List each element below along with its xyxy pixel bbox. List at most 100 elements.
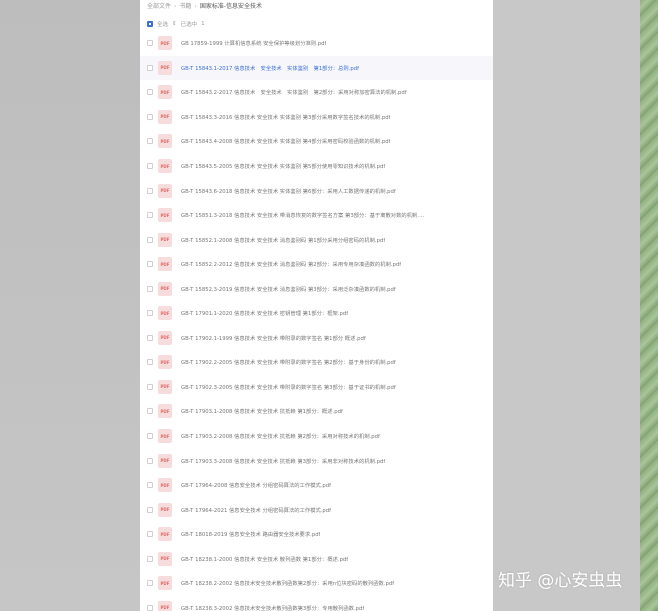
file-checkbox[interactable] [147,89,153,96]
pdf-icon: PDF [158,379,172,394]
file-checkbox[interactable] [147,40,153,47]
file-row[interactable]: PDF GB-T 17903.2-2008 信息技术 安全技术 抗抵赖 第2部分：… [140,424,493,449]
file-name[interactable]: GB-T 18238.3-2002 信息技术安全技术散列函数第3部分：专用散列函… [181,604,364,611]
file-name[interactable]: GB-T 15852.3-2019 信息技术 安全技术 消息鉴别码 第3部分：采… [181,285,396,293]
file-checkbox[interactable] [147,212,153,219]
file-checkbox[interactable] [147,580,153,587]
file-checkbox[interactable] [147,261,153,268]
file-checkbox[interactable] [147,457,153,464]
file-name[interactable]: GB-T 15852.2-2012 信息技术 安全技术 消息鉴别码 第2部分：采… [181,260,401,268]
select-all-label[interactable]: 全选 [157,20,168,28]
file-checkbox[interactable] [147,408,153,415]
file-name[interactable]: GB-T 18018-2019 信息安全技术 路由器安全技术要求.pdf [181,530,320,538]
file-name[interactable]: GB-T 15843.5-2005 信息技术 安全技术 实体鉴别 第5部分使用零… [181,162,385,170]
file-name[interactable]: GB-T 17903.2-2008 信息技术 安全技术 抗抵赖 第2部分：采用对… [181,432,380,440]
file-checkbox[interactable] [147,555,153,562]
pdf-icon: PDF [158,478,172,493]
breadcrumb-separator-icon: › [174,3,177,10]
file-row[interactable]: PDF GB-T 15843.4-2008 信息技术 安全技术 实体鉴别 第4部分… [140,129,493,154]
file-name[interactable]: GB-T 17964-2021 信息安全技术 分组密码算法的工作模式.pdf [181,506,331,514]
file-row[interactable]: PDF GB-T 15843.3-2016 信息技术 安全技术 实体鉴别 第3部分… [140,105,493,130]
pdf-icon: PDF [158,257,172,272]
file-checkbox[interactable] [147,433,153,440]
file-list-panel: 全部文件 › 书籍 › 国家标准-信息安全技术 全选 ⇕ 已选中 1 PDF GB 178… [140,0,493,611]
file-name[interactable]: GB-T 17902.2-2005 信息技术 安全技术 带附录的数字签名 第2部… [181,358,396,366]
file-name[interactable]: GB-T 15843.3-2016 信息技术 安全技术 实体鉴别 第3部分采用数… [181,113,390,121]
file-row[interactable]: PDF GB-T 15843.5-2005 信息技术 安全技术 实体鉴别 第5部分… [140,154,493,179]
file-row[interactable]: PDF GB-T 15852.3-2019 信息技术 安全技术 消息鉴别码 第3部… [140,276,493,301]
pdf-icon: PDF [158,429,172,444]
watermark: 知乎 @心安虫虫 [498,571,623,591]
pdf-icon: PDF [158,355,172,370]
select-all-checkbox[interactable] [147,21,153,27]
pdf-icon: PDF [158,232,172,247]
file-checkbox[interactable] [147,531,153,538]
file-checkbox[interactable] [147,482,153,489]
breadcrumb-root[interactable]: 全部文件 [147,3,171,10]
file-row[interactable]: PDF GB-T 15852.1-2008 信息技术 安全技术 消息鉴别码 第1部… [140,227,493,252]
file-checkbox[interactable] [147,506,153,513]
file-name[interactable]: GB-T 17903.1-2008 信息技术 安全技术 抗抵赖 第1部分：概述.… [181,407,343,415]
pdf-icon: PDF [158,36,172,51]
file-row[interactable]: PDF GB-T 15851.3-2018 信息技术 安全技术 带消息恢复的数字签… [140,203,493,228]
file-row[interactable]: PDF GB 17859-1999 计算机信息系统 安全保护等级划分准则.pdf [140,31,493,56]
file-row[interactable]: PDF GB-T 18238.2-2002 信息技术安全技术散列函数第2部分：采用… [140,571,493,596]
file-name[interactable]: GB-T 15852.1-2008 信息技术 安全技术 消息鉴别码 第1部分采用… [181,236,385,244]
file-row[interactable]: PDF GB-T 15852.2-2012 信息技术 安全技术 消息鉴别码 第2部… [140,252,493,277]
background-left [0,0,140,611]
file-row[interactable]: PDF GB-T 17964-2008 信息安全技术 分组密码算法的工作模式.pd… [140,473,493,498]
file-name[interactable]: GB-T 18238.1-2000 信息技术 安全技术 散列函数 第1部分：概述… [181,555,348,563]
file-checkbox[interactable] [147,187,153,194]
file-name[interactable]: GB-T 18238.2-2002 信息技术安全技术散列函数第2部分：采用n位块… [181,579,394,587]
file-name[interactable]: GB-T 17964-2008 信息安全技术 分组密码算法的工作模式.pdf [181,481,331,489]
file-checkbox[interactable] [147,64,153,71]
file-row[interactable]: PDF GB-T 15843.6-2018 信息技术 安全技术 实体鉴别 第6部分… [140,178,493,203]
file-checkbox[interactable] [147,163,153,169]
file-name[interactable]: GB-T 17902.1-1999 信息技术 安全技术 带附录的数字签名 第1部… [181,334,366,342]
file-name[interactable]: GB-T 15851.3-2018 信息技术 安全技术 带消息恢复的数字签名方案… [181,211,424,219]
file-row[interactable]: PDF GB-T 15843.2-2017 信息技术 安全技术 实体鉴别 第2部分… [140,80,493,105]
file-row[interactable]: PDF GB-T 17902.2-2005 信息技术 安全技术 带附录的数字签名 … [140,350,493,375]
file-row[interactable]: PDF GB-T 17903.1-2008 信息技术 安全技术 抗抵赖 第1部分：… [140,399,493,424]
breadcrumb-parent[interactable]: 书籍 [179,3,191,10]
file-list: PDF GB 17859-1999 计算机信息系统 安全保护等级划分准则.pdf P… [140,31,493,611]
file-checkbox[interactable] [147,334,153,341]
file-row[interactable]: PDF GB-T 18238.3-2002 信息技术安全技术散列函数第3部分：专用… [140,596,493,611]
file-name[interactable]: GB 17859-1999 计算机信息系统 安全保护等级划分准则.pdf [181,39,326,47]
file-checkbox[interactable] [147,285,153,292]
file-row[interactable]: PDF GB-T 17964-2021 信息安全技术 分组密码算法的工作模式.pd… [140,497,493,522]
file-checkbox[interactable] [147,236,153,243]
pdf-icon: PDF [158,576,172,591]
file-row[interactable]: PDF GB-T 17902.3-2005 信息技术 安全技术 带附录的数字签名 … [140,375,493,400]
file-checkbox[interactable] [147,138,153,145]
pdf-icon: PDF [158,134,172,149]
file-name[interactable]: GB-T 15843.4-2008 信息技术 安全技术 实体鉴别 第4部分采用密… [181,137,390,145]
file-name[interactable]: GB-T 17903.3-2008 信息技术 安全技术 抗抵赖 第3部分：采用非… [181,457,385,465]
file-checkbox[interactable] [147,310,153,317]
file-checkbox[interactable] [147,113,153,120]
pdf-icon: PDF [158,281,172,296]
file-checkbox[interactable] [147,604,153,611]
file-name[interactable]: GB-T 15843.6-2018 信息技术 安全技术 实体鉴别 第6部分：采用… [181,187,396,195]
file-name[interactable]: GB-T 17902.3-2005 信息技术 安全技术 带附录的数字签名 第3部… [181,383,396,391]
pdf-icon: PDF [158,183,172,198]
file-name[interactable]: GB-T 15843.2-2017 信息技术 安全技术 实体鉴别 第2部分：采用… [181,88,407,96]
file-row[interactable]: PDF GB-T 18018-2019 信息安全技术 路由器安全技术要求.pdf [140,522,493,547]
pdf-icon: PDF [158,600,172,611]
file-checkbox[interactable] [147,359,153,366]
pdf-icon: PDF [158,85,172,100]
background-edge-pattern [640,0,658,611]
file-row[interactable]: PDF GB-T 17902.1-1999 信息技术 安全技术 带附录的数字签名 … [140,326,493,351]
sort-icon[interactable]: ⇕ [172,21,177,27]
breadcrumb-separator-icon: › [194,3,197,10]
file-row[interactable]: PDF GB-T 15843.1-2017 信息技术 安全技术 实体鉴别 第1部分… [140,55,493,81]
pdf-icon: PDF [158,502,172,517]
file-name[interactable]: GB-T 17901.1-2020 信息技术 安全技术 密钥管理 第1部分：框架… [181,309,348,317]
file-row[interactable]: PDF GB-T 17903.3-2008 信息技术 安全技术 抗抵赖 第3部分：… [140,448,493,473]
file-checkbox[interactable] [147,383,153,390]
file-row[interactable]: PDF GB-T 17901.1-2020 信息技术 安全技术 密钥管理 第1部分… [140,301,493,326]
file-name[interactable]: GB-T 15843.1-2017 信息技术 安全技术 实体鉴别 第1部分：总则… [181,64,359,72]
pdf-icon: PDF [158,330,172,345]
file-row[interactable]: PDF GB-T 18238.1-2000 信息技术 安全技术 散列函数 第1部分… [140,546,493,571]
pdf-icon: PDF [158,453,172,468]
